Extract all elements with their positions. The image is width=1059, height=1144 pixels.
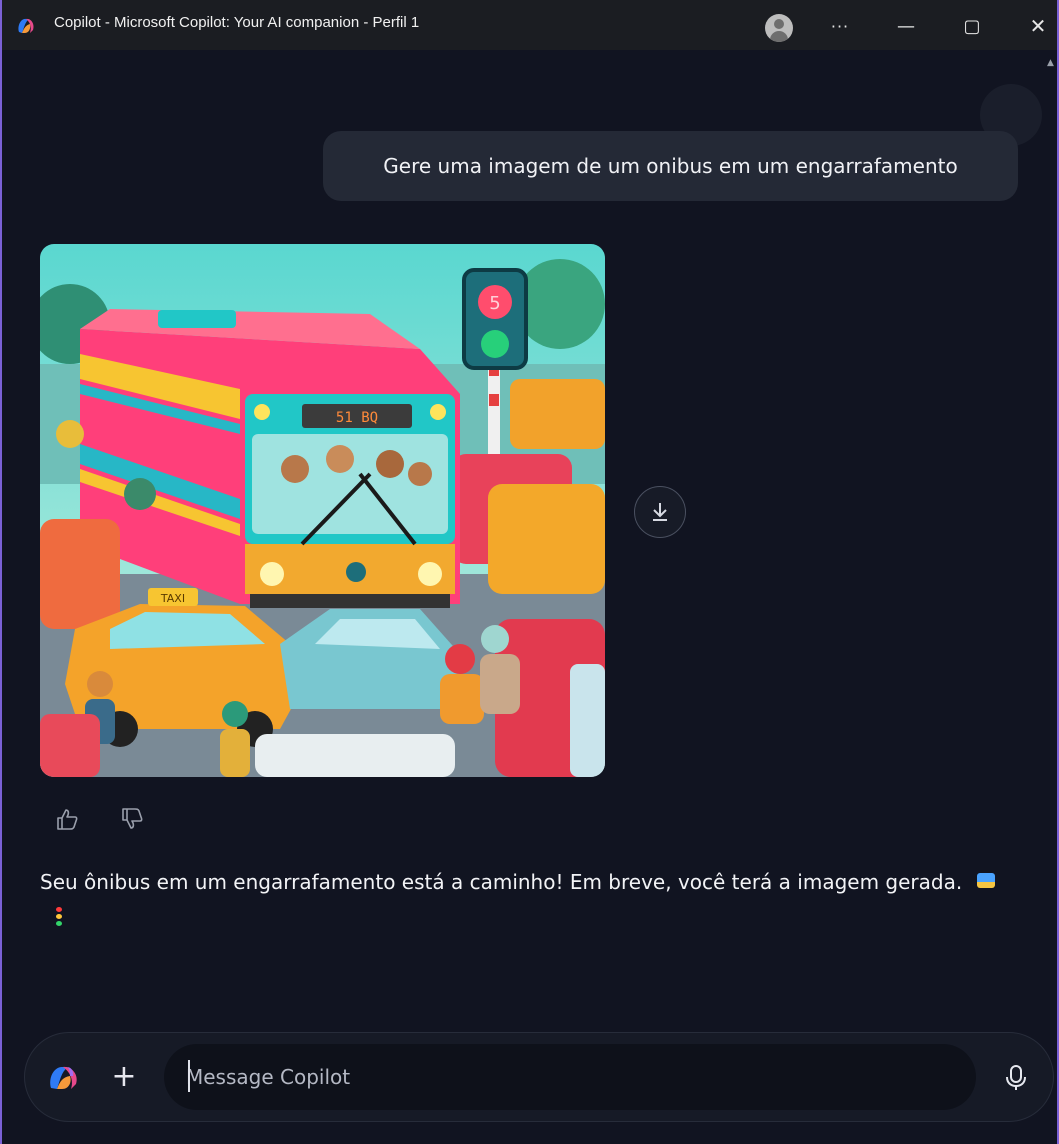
taxi-sign-text: TAXI (160, 592, 185, 605)
bus-sign-text: 51 BQ (336, 410, 378, 426)
thumbs-down-icon[interactable] (119, 806, 145, 832)
thumbs-up-icon[interactable] (54, 806, 80, 832)
add-attachment-button[interactable]: + (106, 1058, 142, 1094)
download-button[interactable] (634, 486, 686, 538)
bus-emoji-icon (976, 873, 995, 888)
message-input[interactable] (164, 1044, 976, 1110)
title-bar: Copilot - Microsoft Copilot: Your AI com… (2, 0, 1057, 50)
scroll-up-arrow[interactable]: ▲ (1047, 58, 1055, 68)
traffic-light-number: 5 (489, 293, 500, 314)
minimize-button[interactable]: — (886, 10, 926, 42)
window-title: Copilot - Microsoft Copilot: Your AI com… (54, 14, 420, 31)
app-window: Copilot - Microsoft Copilot: Your AI com… (0, 0, 1059, 1144)
assistant-message: Seu ônibus em um engarrafamento está a c… (40, 864, 1020, 936)
assistant-message-text: Seu ônibus em um engarrafamento está a c… (40, 870, 963, 894)
microphone-button[interactable] (996, 1058, 1036, 1098)
copilot-logo-icon (18, 18, 34, 33)
download-icon (653, 503, 667, 521)
close-button[interactable]: ✕ (1018, 10, 1058, 42)
user-message-text: Gere uma imagem de um onibus em um engar… (383, 154, 958, 178)
profile-avatar[interactable] (765, 14, 793, 42)
generated-image-illustration: 5 51 BQ TAXI (40, 244, 605, 777)
copilot-logo-icon[interactable] (48, 1064, 80, 1092)
text-cursor (188, 1060, 190, 1092)
more-options-button[interactable]: ··· (820, 10, 860, 42)
maximize-button[interactable]: ▢ (952, 10, 992, 42)
traffic-light-emoji-icon (56, 906, 62, 927)
microphone-icon (1006, 1065, 1026, 1090)
user-message-bubble: Gere uma imagem de um onibus em um engar… (323, 131, 1018, 201)
generated-image[interactable]: 5 51 BQ TAXI (40, 244, 605, 777)
